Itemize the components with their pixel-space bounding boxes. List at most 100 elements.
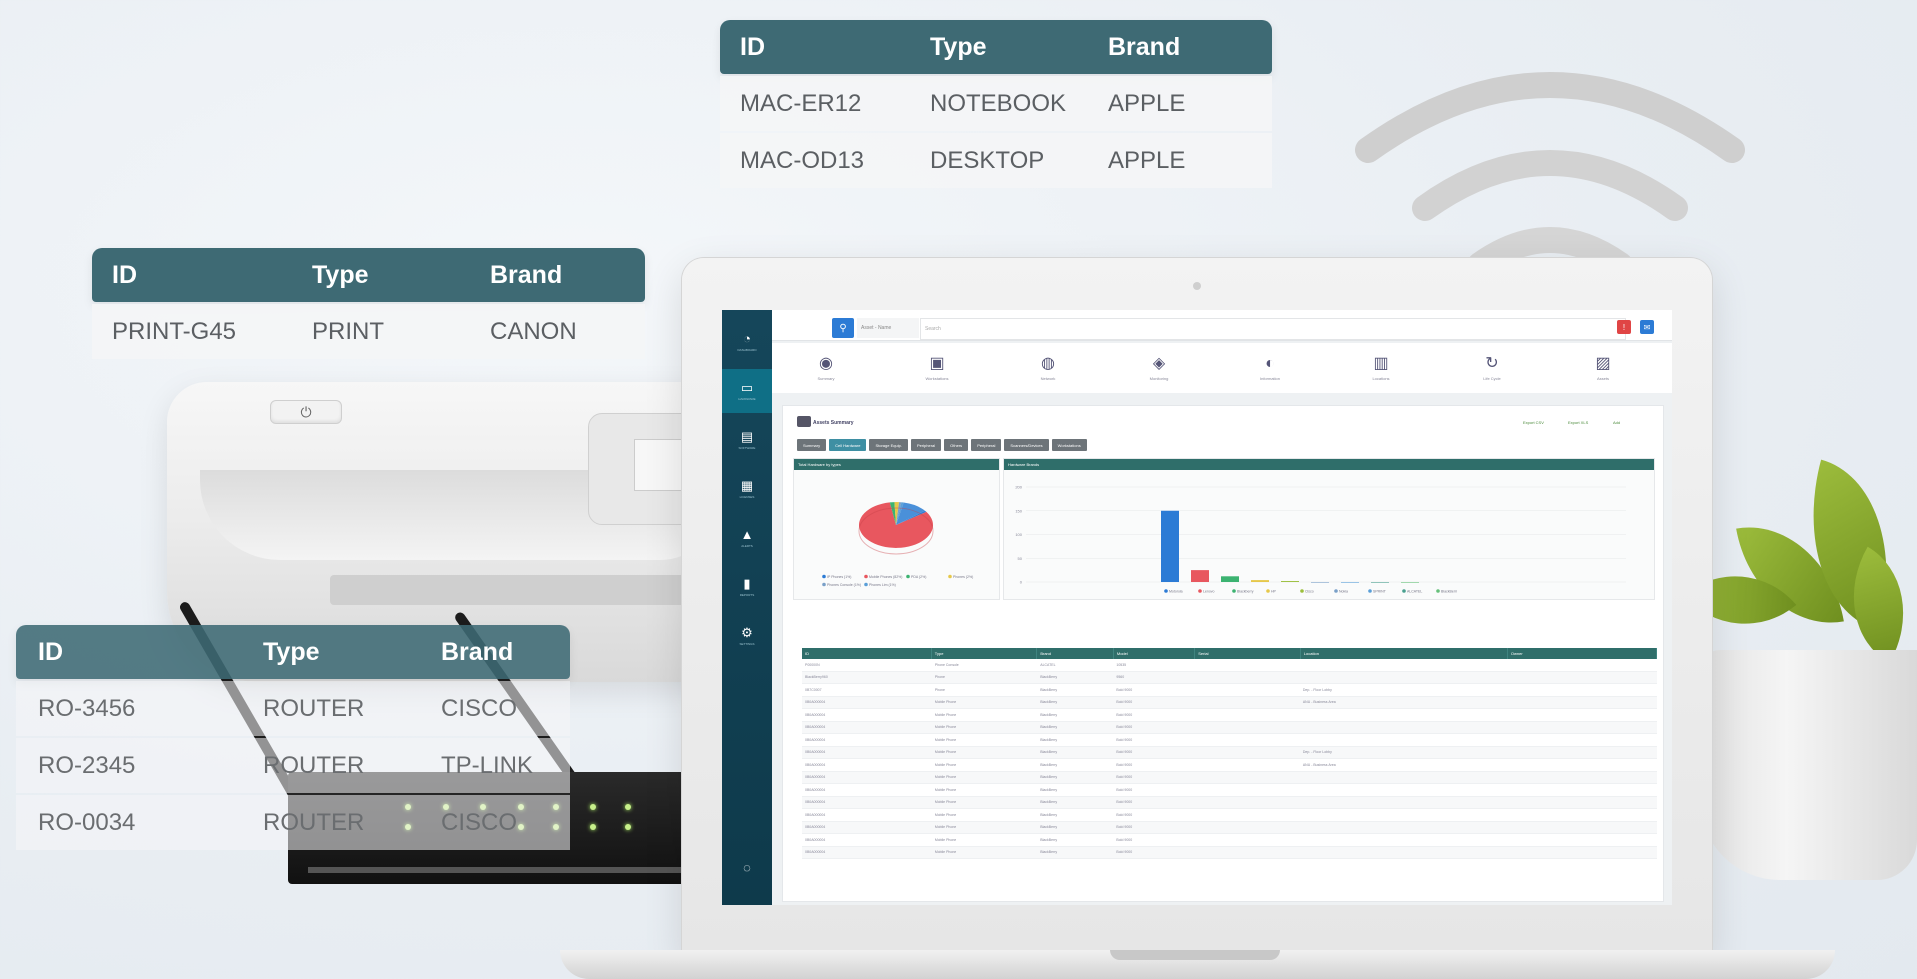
category-label: Life Cycle	[1483, 375, 1501, 381]
grid-cell: Phone	[934, 675, 945, 680]
grid-cell: BlackBerry960	[805, 675, 828, 680]
sidebar-item-label: LICENSES	[739, 495, 755, 499]
sidebar-item-label: REPORTS	[739, 593, 755, 597]
table-row[interactable]: 0B0A000004 Mobile Phone BlackBerry Bold 900…	[802, 834, 1657, 847]
grid-cell: Mobile Phone	[934, 850, 957, 855]
table-row[interactable]: 0B0A000004 Mobile Phone BlackBerry Bold 900…	[802, 809, 1657, 822]
tab-0[interactable]: Summary	[797, 439, 827, 451]
message-icon[interactable]: ✉	[1640, 320, 1654, 334]
sidebar-item-licenses[interactable]: ▦ LICENSES	[722, 467, 772, 511]
grid-cell	[1508, 772, 1657, 784]
grid-cell	[1194, 697, 1299, 709]
grid-column-header[interactable]: Owner	[1508, 648, 1658, 659]
export-xls-button[interactable]: Export XLS	[1568, 420, 1588, 425]
grid-cell: BlackBerry	[1040, 775, 1058, 780]
grid-cell	[1194, 684, 1299, 696]
table-cell: TP-LINK	[441, 751, 534, 779]
export-csv-button[interactable]: Export CSV	[1523, 420, 1544, 425]
sidebar-item-software[interactable]: ▤ SOFTWARE	[722, 418, 772, 462]
table-row[interactable]: 0B0A000004 Mobile Phone BlackBerry Bold 900…	[802, 796, 1657, 809]
category-information[interactable]: ◐ Information	[1216, 343, 1324, 393]
grid-cell: 0B0A000004	[805, 775, 826, 780]
category-network[interactable]: ◍ Network	[994, 343, 1102, 393]
wifi-icon	[1355, 72, 1745, 278]
table-row[interactable]: 0B0A000004 Mobile Phone BlackBerry Bold 900…	[802, 721, 1657, 734]
sidebar-item-alerts[interactable]: ▲ ALERTS	[722, 516, 772, 560]
category-workstations[interactable]: ▣ Workstations	[883, 343, 991, 393]
grid-column-header[interactable]: Serial	[1195, 648, 1301, 659]
column-header: Type	[312, 260, 369, 289]
add-button[interactable]: Add	[1613, 420, 1620, 425]
grid-cell: BlackBerry	[1040, 800, 1058, 805]
sidebar-item-reports[interactable]: ▮ REPORTS	[722, 565, 772, 609]
grid-cell	[1508, 784, 1657, 796]
column-header: Type	[930, 32, 987, 61]
grid-cell: BlackBerry	[1040, 825, 1058, 830]
tab-4[interactable]: Others	[944, 439, 969, 451]
tab-3[interactable]: Peripheral	[910, 439, 942, 451]
grid-column-header[interactable]: ID	[802, 648, 932, 659]
tab-5[interactable]: Peripheral	[971, 439, 1002, 451]
grid-column-header[interactable]: Location	[1301, 648, 1508, 659]
legend-swatch	[1368, 589, 1372, 593]
search-icon[interactable]: ⚲	[832, 318, 854, 338]
category-assets[interactable]: ▨ Assets	[1549, 343, 1657, 393]
legend-label: Mobile Phones (82%)	[869, 575, 902, 579]
tab-1[interactable]: Cell Hardware	[829, 439, 867, 451]
category-locations[interactable]: ▥ Locations	[1327, 343, 1435, 393]
grid-cell: 0B0A000004	[805, 712, 826, 717]
category-summary[interactable]: ◉ Summary	[772, 343, 880, 393]
tab-2[interactable]: Storage Equip.	[869, 439, 908, 451]
table-cell: ROUTER	[263, 751, 365, 779]
alert-icon[interactable]: !	[1617, 320, 1631, 334]
category-life-cycle[interactable]: ↻ Life Cycle	[1438, 343, 1546, 393]
grid-column-header[interactable]: Model	[1114, 648, 1196, 659]
grid-cell: Mobile Phone	[934, 787, 957, 792]
table-row[interactable]: 0B0A000004 Mobile Phone BlackBerry Bold 900…	[802, 846, 1657, 859]
alerts-icon: ▲	[740, 527, 754, 542]
table-row[interactable]: 0B0A000004 Mobile Phone BlackBerry Bold 900…	[802, 759, 1657, 772]
bar-card-title: Hardware Brands	[1004, 459, 1654, 470]
search-scope-select[interactable]: Asset - Name	[857, 318, 919, 338]
table-row[interactable]: P00000N Phone Console ALCATEL 10535	[802, 659, 1657, 672]
grid-cell	[1194, 822, 1299, 834]
sidebar-item-label: SOFTWARE	[738, 446, 756, 450]
table-cell: RO-0034	[38, 808, 136, 836]
table-row[interactable]: 0B7C0007 Phone BlackBerry Bold 9000 Dep. - F…	[802, 684, 1657, 697]
table-row[interactable]: 0B0A000004 Mobile Phone BlackBerry Bold 900…	[802, 746, 1657, 759]
tab-7[interactable]: Workstations	[1051, 439, 1087, 451]
table-header: ID Type Brand	[92, 248, 645, 302]
grid-cell: Mobile Phone	[934, 812, 957, 817]
grid-cell: BlackBerry	[1040, 837, 1058, 842]
column-header: Brand	[1108, 32, 1181, 61]
grid-cell	[1194, 809, 1299, 821]
table-row[interactable]: BlackBerry960 Phone BlackBerry 9560	[802, 671, 1657, 684]
table-row[interactable]: 0B0A000004 Mobile Phone BlackBerry Bold 900…	[802, 784, 1657, 797]
legend-swatch	[864, 582, 868, 587]
legend-label: Phones Console (1%)	[827, 583, 861, 587]
grid-cell: Mobile Phone	[934, 725, 957, 730]
table-row[interactable]: 0B0A000004 Mobile Phone BlackBerry Bold 900…	[802, 709, 1657, 722]
network-icon: ◍	[1041, 354, 1055, 372]
grid-column-header[interactable]: Brand	[1037, 648, 1114, 659]
grid-column-header[interactable]: Type	[932, 648, 1038, 659]
category-monitoring[interactable]: ◈ Monitoring	[1105, 343, 1213, 393]
grid-cell	[1194, 759, 1299, 771]
sidebar-item-label: HARDWARE	[738, 397, 756, 401]
table-row[interactable]: 0B0A000004 Mobile Phone BlackBerry Bold 900…	[802, 771, 1657, 784]
grid-cell: BlackBerry	[1040, 812, 1058, 817]
sidebar-item-settings[interactable]: ⚙ SETTINGS	[722, 614, 772, 658]
brand-logo-icon[interactable]: ◌	[722, 845, 772, 889]
sidebar-item-dashboard[interactable]: ◔ DASHBOARD	[722, 320, 772, 364]
table-row[interactable]: 0B0A000004 Mobile Phone BlackBerry Bold 900…	[802, 734, 1657, 747]
table-cell: PRINT-G45	[112, 317, 237, 345]
table-row[interactable]: 0B0A000004 Mobile Phone BlackBerry Bold 900…	[802, 696, 1657, 709]
assets-icon	[797, 416, 811, 427]
table-row[interactable]: 0B0A000004 Mobile Phone BlackBerry Bold 900…	[802, 821, 1657, 834]
table-routers: ID Type Brand RO-3456 ROUTER CISCO RO-2345 ROUT…	[16, 625, 570, 850]
search-input[interactable]: Search	[920, 318, 1626, 340]
sidebar-item-hardware[interactable]: ▭ HARDWARE	[722, 369, 772, 413]
tab-6[interactable]: Scanners/Devices	[1004, 439, 1049, 451]
bar	[1221, 576, 1239, 582]
grid-cell: BlackBerry	[1040, 762, 1058, 767]
